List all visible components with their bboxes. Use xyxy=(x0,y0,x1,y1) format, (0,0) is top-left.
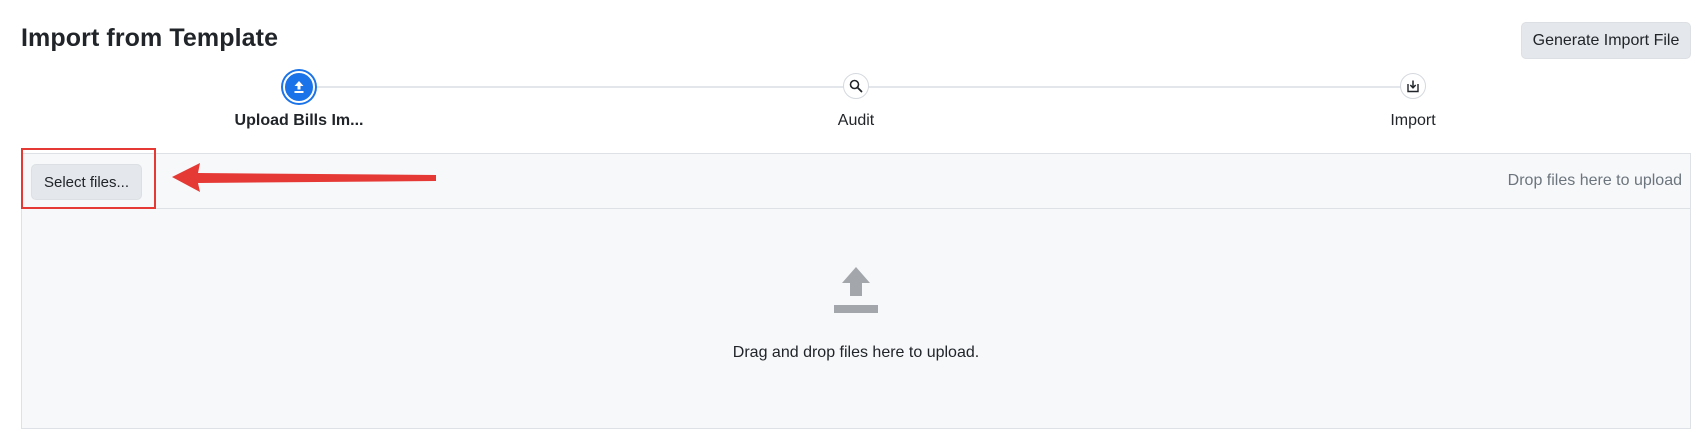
step-audit-label[interactable]: Audit xyxy=(838,112,874,130)
generate-import-file-button[interactable]: Generate Import File xyxy=(1521,22,1691,59)
step-import-indicator[interactable] xyxy=(1400,73,1426,99)
step-audit-indicator[interactable] xyxy=(843,73,869,99)
annotation-highlight-box xyxy=(21,148,156,209)
page-title: Import from Template xyxy=(21,24,279,52)
step-import-label[interactable]: Import xyxy=(1390,112,1435,130)
drag-drop-text: Drag and drop files here to upload. xyxy=(732,344,980,361)
step-upload-indicator[interactable] xyxy=(283,71,315,103)
import-icon xyxy=(1407,80,1419,93)
import-page: Import from Template Generate Import Fil… xyxy=(0,0,1707,444)
search-icon xyxy=(849,79,863,93)
annotation-arrow xyxy=(172,163,436,192)
drop-hint-text: Drop files here to upload xyxy=(1507,172,1682,189)
step-upload-label[interactable]: Upload Bills Im... xyxy=(235,112,364,130)
upload-icon xyxy=(294,81,304,93)
upload-arrow-icon xyxy=(834,267,878,313)
